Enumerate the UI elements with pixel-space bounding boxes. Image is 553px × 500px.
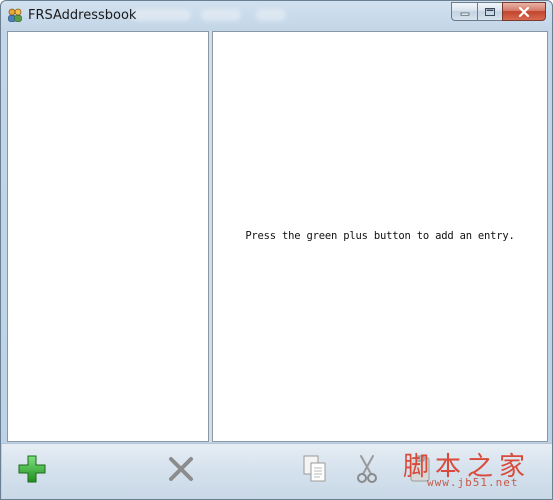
window-title: FRSAddressbook (28, 8, 137, 23)
blurred-background-title (256, 9, 286, 21)
watermark-url: www.jb51.net (427, 476, 519, 489)
entry-detail-pane[interactable]: Press the green plus button to add an en… (212, 31, 548, 442)
bottom-toolbar: 脚本之家 www.jb51.net (2, 443, 552, 499)
copy-icon (303, 455, 326, 482)
maximize-button[interactable] (477, 2, 502, 21)
app-window: FRSAddressbook Press the green plus butt… (0, 0, 553, 500)
empty-hint-text: Press the green plus button to add an en… (245, 230, 515, 242)
blurred-background-title (201, 9, 241, 21)
address-book-icon[interactable] (7, 7, 23, 23)
cut-icon (357, 455, 377, 483)
watermark-logo: 脚本之家 www.jb51.net (391, 446, 541, 498)
minimize-icon (460, 12, 469, 16)
add-icon (18, 455, 46, 483)
caption-buttons (451, 2, 546, 21)
close-icon (518, 6, 530, 17)
contact-list[interactable] (7, 31, 209, 442)
delete-icon (169, 457, 193, 481)
title-bar[interactable]: FRSAddressbook (1, 1, 552, 31)
close-button[interactable] (502, 2, 546, 21)
blurred-background-title (131, 9, 191, 21)
delete-entry-button[interactable] (165, 453, 197, 485)
minimize-button[interactable] (451, 2, 477, 21)
copy-button[interactable] (299, 453, 331, 485)
maximize-icon (485, 7, 495, 16)
cut-button[interactable] (351, 453, 383, 485)
add-entry-button[interactable] (16, 453, 48, 485)
